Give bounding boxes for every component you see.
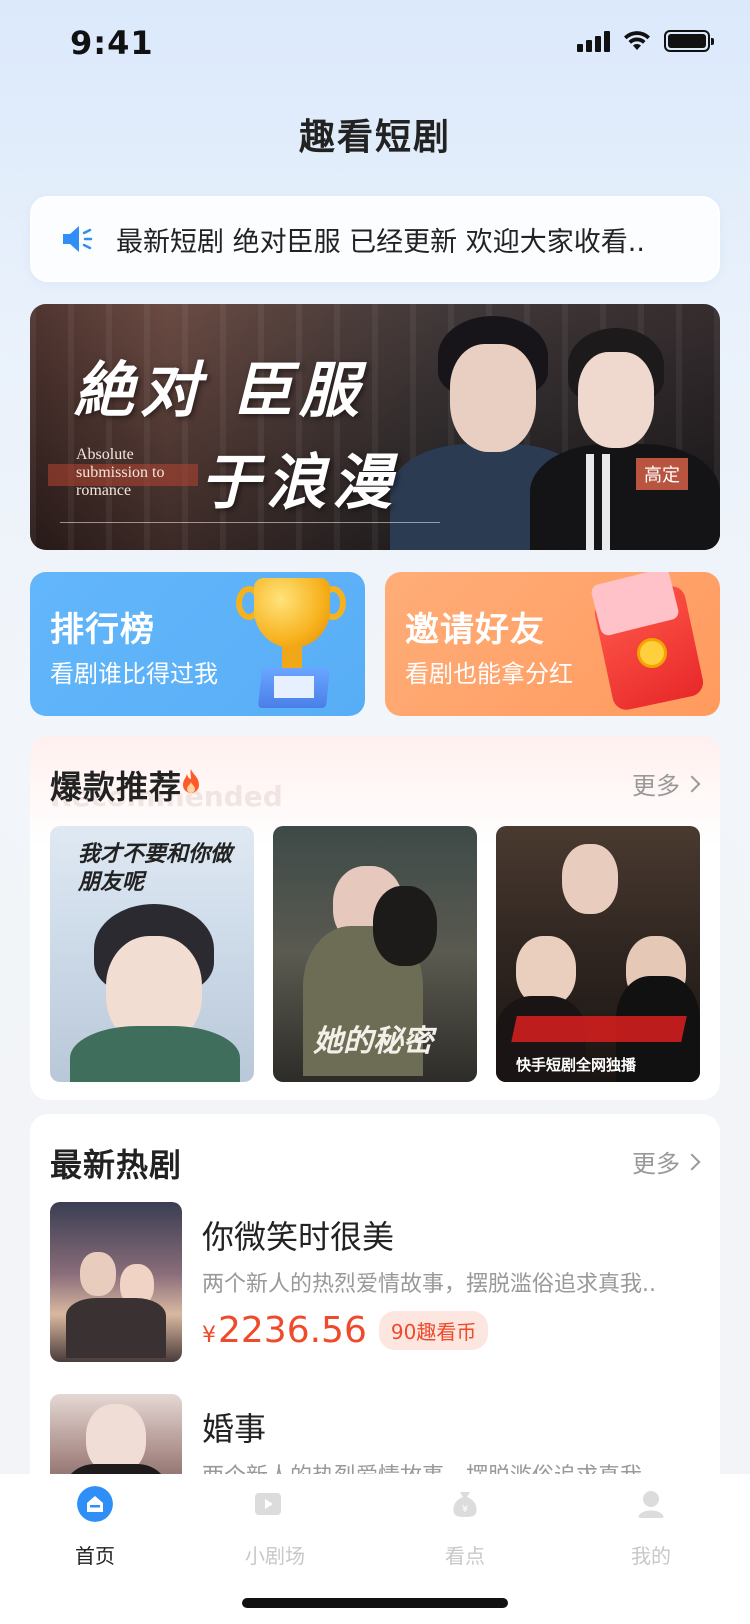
poster-title-art: [511, 1016, 687, 1042]
drama-list-item[interactable]: 你微笑时很美 两个新人的热烈爱情故事，摆脱滥俗追求真我.. ¥ 2236.56 …: [50, 1202, 700, 1372]
price-value: 2236.56: [218, 1310, 367, 1351]
banner-title-2: 于浪漫: [200, 448, 398, 518]
invite-card[interactable]: 邀请好友 看剧也能拿分红: [385, 572, 720, 716]
poster-figure: [562, 844, 618, 914]
drama-title: 你微笑时很美: [202, 1218, 395, 1256]
home-icon: [77, 1486, 113, 1522]
ranking-title: 排行榜: [50, 610, 155, 650]
tab-profile[interactable]: 我的: [576, 1486, 726, 1586]
tab-earn[interactable]: ¥ 看点: [390, 1486, 540, 1586]
section-title: 爆款推荐: [50, 768, 183, 806]
banner-title: 絶对 臣服: [74, 356, 365, 426]
banner-carousel[interactable]: 絶对 臣服 Absolute submission to romance 于浪漫…: [30, 304, 720, 550]
money-bag-icon: ¥: [453, 1492, 477, 1517]
ranking-subtitle: 看剧谁比得过我: [50, 660, 218, 688]
status-icons: [577, 30, 714, 52]
coin-badge: 90趣看币: [378, 1311, 489, 1350]
banner-divider: [60, 522, 440, 523]
hot-more-link[interactable]: 更多: [632, 766, 701, 801]
section-title: 最新热剧: [50, 1146, 183, 1184]
drama-description: 两个新人的热烈爱情故事，摆脱滥俗追求真我..: [202, 1272, 656, 1297]
page-title: 趣看短剧: [298, 117, 451, 158]
tab-theater[interactable]: 小剧场: [200, 1486, 350, 1586]
drama-title: 婚事: [202, 1410, 267, 1448]
price-row: ¥ 2236.56 90趣看币: [202, 1310, 489, 1351]
cover-figure: [66, 1298, 166, 1358]
tab-label: 看点: [445, 1544, 485, 1568]
banner-figure: [578, 352, 654, 448]
banner-figure: [450, 344, 536, 452]
tab-label: 小剧场: [245, 1544, 305, 1568]
banner-figure: [586, 454, 594, 550]
trophy-plate: [274, 676, 314, 698]
banner-english: Absolute submission to romance: [76, 446, 165, 499]
trophy-stem: [282, 646, 302, 670]
notice-text: 最新短剧 绝对臣服 已经更新 欢迎大家收看..: [116, 226, 645, 258]
status-bar: 9:41: [0, 0, 750, 88]
tab-home[interactable]: 首页: [20, 1486, 170, 1586]
poster-caption: 我才不要和你做朋友呢: [78, 841, 233, 895]
svg-text:¥: ¥: [462, 1504, 468, 1515]
video-icon: [255, 1493, 281, 1515]
chevron-right-icon: [683, 775, 701, 793]
wifi-icon: [624, 31, 650, 50]
invite-subtitle: 看剧也能拿分红: [405, 660, 573, 688]
poster-caption: 她的秘密: [313, 1024, 433, 1059]
poster-card[interactable]: 她的秘密: [273, 826, 477, 1082]
profile-icon: [638, 1491, 664, 1518]
more-label: 更多: [632, 1150, 680, 1178]
banner-tag: 高定: [636, 458, 688, 490]
cover-figure: [80, 1252, 116, 1296]
fire-icon: [183, 769, 199, 793]
poster-card[interactable]: 快手短剧全网独播: [496, 826, 700, 1082]
home-indicator: [242, 1598, 508, 1608]
poster-card[interactable]: 我才不要和你做朋友呢: [50, 826, 254, 1082]
trophy-cup: [254, 578, 330, 648]
envelope-coin: [637, 638, 667, 668]
latest-more-link[interactable]: 更多: [632, 1144, 701, 1179]
status-time: 9:41: [70, 24, 154, 62]
poster-caption: 快手短剧全网独播: [516, 1056, 637, 1074]
tab-label: 首页: [75, 1544, 115, 1568]
battery-icon: [664, 30, 714, 52]
hot-recommend-section: Recommended 爆款推荐 更多 我才不要和你做朋友呢 她的秘密 快手短剧…: [30, 736, 720, 1100]
banner-figure: [530, 444, 720, 550]
chevron-right-icon: [683, 1153, 701, 1171]
cellular-signal-icon: [577, 30, 610, 52]
poster-figure: [373, 886, 437, 966]
tab-label: 我的: [631, 1544, 671, 1568]
drama-cover: [50, 1202, 182, 1362]
ranking-card[interactable]: 排行榜 看剧谁比得过我: [30, 572, 365, 716]
banner-figure: [602, 454, 610, 550]
invite-title: 邀请好友: [405, 610, 545, 650]
speaker-icon: [63, 226, 93, 252]
more-label: 更多: [632, 772, 680, 800]
notice-bar[interactable]: 最新短剧 绝对臣服 已经更新 欢迎大家收看..: [30, 196, 720, 282]
poster-figure: [70, 1026, 240, 1082]
currency-symbol: ¥: [202, 1323, 216, 1348]
